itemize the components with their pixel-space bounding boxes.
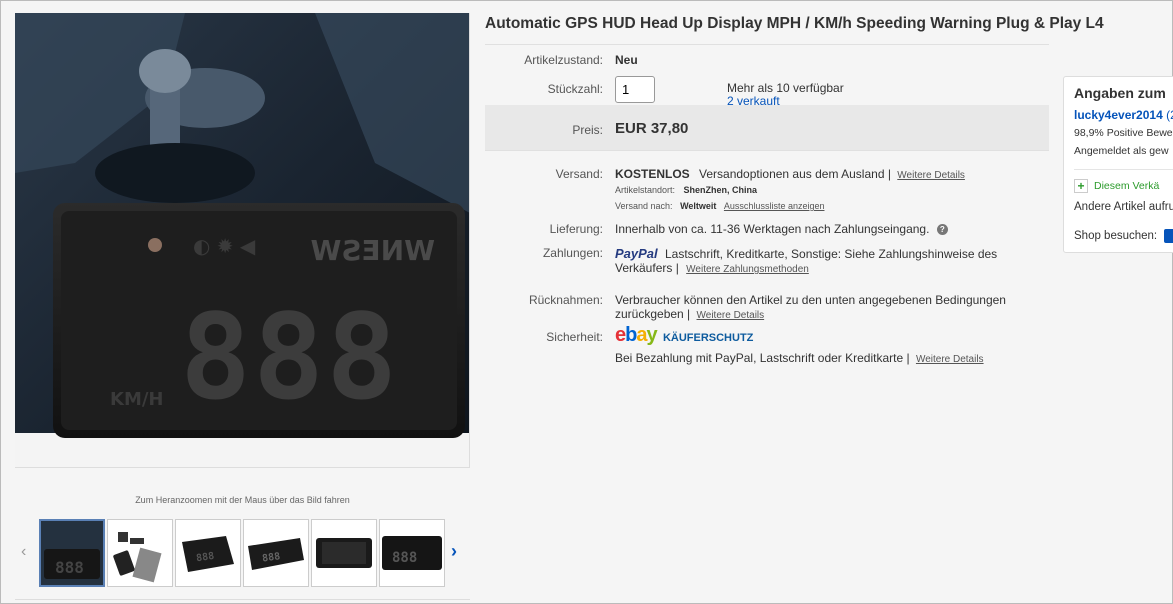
ebay-logo: ebay [615,324,658,346]
divider [485,44,1049,45]
exclusions-link[interactable]: Ausschlussliste anzeigen [724,201,825,211]
location-value: ShenZhen, China [683,185,758,195]
payments-line: PayPal Lastschrift, Kreditkarte, Sonstig… [615,246,997,261]
ships-to-line: Versand nach: Weltweit Ausschlussliste a… [615,201,824,211]
security-line: Bei Bezahlung mit PayPal, Lastschrift od… [615,351,984,365]
quantity-available: Mehr als 10 verfügbar [727,81,844,95]
svg-text:◐ ✹ ◀: ◐ ✹ ◀ [193,234,256,258]
divider [15,599,470,600]
thumb-next-icon[interactable]: › [451,541,457,562]
follow-seller-label: Diesem Verkä [1094,179,1160,192]
seller-name-line: lucky4ever2014 (2 [1074,108,1173,122]
returns-label: Rücknahmen: [528,293,603,307]
returns-line-2: zurückgeben | Weitere Details [615,307,764,321]
thumbnail-6[interactable]: 888 [379,519,445,587]
shop-visit-label: Shop besuchen: [1074,230,1158,243]
shipping-options: Versandoptionen aus dem Ausland | [699,167,891,181]
thumbnail-3[interactable]: 888 [175,519,241,587]
seller-status: Angemeldet als gew [1074,145,1169,157]
page-title: Automatic GPS HUD Head Up Display MPH / … [485,15,1104,32]
ships-to-label: Versand nach: [615,201,673,211]
location-line: Artikelstandort: ShenZhen, China [615,185,757,195]
condition-label: Artikelzustand: [524,53,603,67]
divider [485,150,1049,151]
zoom-hint: Zum Heranzoomen mit der Maus über das Bi… [135,495,350,505]
security-value: Bei Bezahlung mit PayPal, Lastschrift od… [615,351,910,365]
quantity-label: Stückzahl: [547,82,603,96]
shop-visit-line: Shop besuchen: [1074,229,1173,243]
main-product-image[interactable]: ◐ ✹ ◀ WNESW 888 KM/H [15,13,470,468]
price-label: Preis: [572,123,603,137]
thumb-device-front-icon: 888 [380,520,444,586]
returns-details-link[interactable]: Weitere Details [697,310,765,321]
help-icon[interactable]: ? [936,224,948,236]
hud-photo-icon: ◐ ✹ ◀ WNESW 888 KM/H [15,13,469,467]
thumbnail-2[interactable] [107,519,173,587]
thumb-prev-icon[interactable]: ‹ [21,543,26,561]
condition-value: Neu [615,53,638,67]
svg-text:888: 888 [55,558,84,577]
quantity-input[interactable] [615,76,655,103]
payment-methods-2: Verkäufers | [615,261,679,275]
security-details-link[interactable]: Weitere Details [916,354,984,365]
seller-name-link[interactable]: lucky4ever2014 [1074,108,1163,122]
delivery-label: Lieferung: [549,222,603,236]
other-items-link[interactable]: Andere Artikel aufru [1074,201,1173,213]
thumb-device-side-icon: 888 [244,520,308,586]
shipping-label: Versand: [555,167,603,181]
hud-digits: 888 [180,288,399,426]
ships-to-value: Weltweit [680,201,717,211]
shop-icon[interactable] [1164,229,1173,243]
security-label: Sicherheit: [546,330,603,344]
shipping-line: KOSTENLOS Versandoptionen aus dem Auslan… [615,167,965,181]
seller-info-box: Angaben zum lucky4ever2014 (2 98,9% Posi… [1063,76,1173,253]
returns-value-2: zurückgeben | [615,307,691,321]
payments-line-2: Verkäufers | Weitere Zahlungsmethoden [615,261,809,275]
thumb-device-back-icon [312,520,376,586]
shipping-details-link[interactable]: Weitere Details [897,170,965,181]
returns-value: Verbraucher können den Artikel zu den un… [615,293,1006,307]
svg-text:888: 888 [392,550,417,566]
thumb-device-angled-icon: 888 [176,520,240,586]
plus-icon: + [1074,179,1088,193]
price-value: EUR 37,80 [615,120,689,137]
divider [1074,169,1173,170]
shipping-value: KOSTENLOS [615,167,690,181]
thumbnail-5[interactable] [311,519,377,587]
hud-compass-text: WNESW [310,234,435,267]
delivery-line: Innerhalb von ca. 11-36 Werktagen nach Z… [615,222,948,236]
seller-score: (2 [1166,108,1173,122]
delivery-value: Innerhalb von ca. 11-36 Werktagen nach Z… [615,222,930,236]
seller-header: Angaben zum [1074,85,1166,101]
thumbnail-strip: ‹ 888 888 888 888 › [15,517,470,589]
buyer-protection-badge: ebay KÄUFERSCHUTZ [615,324,753,347]
thumbnail-1[interactable]: 888 [39,519,105,587]
follow-seller-button[interactable]: + Diesem Verkä [1074,179,1159,193]
thumb-hud-car-icon: 888 [41,521,103,585]
buyer-protection-text: KÄUFERSCHUTZ [662,332,754,344]
thumb-accessories-icon [108,520,172,586]
hud-unit: KM/H [110,389,164,410]
paypal-logo: PayPal [615,246,658,261]
seller-feedback: 98,9% Positive Bewe [1074,127,1173,139]
thumbnail-4[interactable]: 888 [243,519,309,587]
payments-label: Zahlungen: [542,246,603,260]
payment-methods: Lastschrift, Kreditkarte, Sonstige: Sieh… [665,247,998,261]
location-label: Artikelstandort: [615,185,676,195]
more-payment-methods-link[interactable]: Weitere Zahlungsmethoden [686,264,809,275]
page-frame: ◐ ✹ ◀ WNESW 888 KM/H Zum Heranzoomen mit… [0,0,1173,604]
